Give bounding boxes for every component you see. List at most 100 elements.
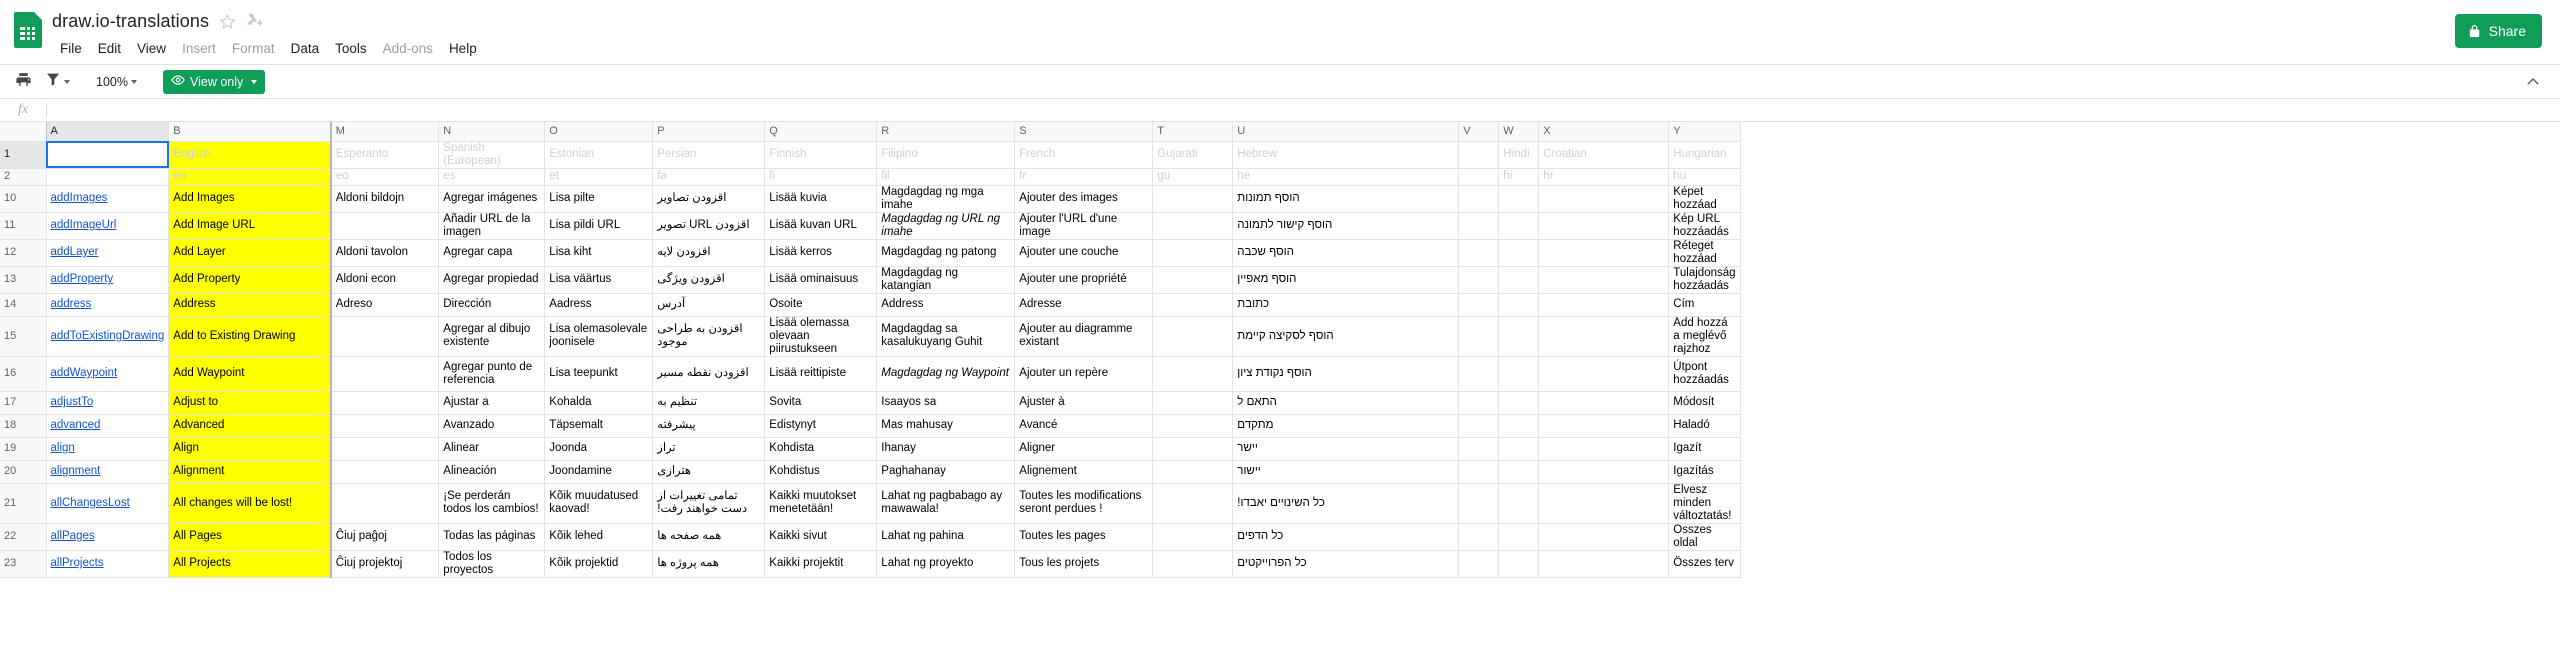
cell-V1[interactable] — [1458, 141, 1500, 169]
cell-S11[interactable]: Ajouter l'URL d'une image — [1014, 212, 1154, 240]
cell-P15[interactable]: اقزودن به طراحی موجود — [652, 316, 766, 357]
cell-T12[interactable] — [1152, 239, 1234, 267]
cell-N10[interactable]: Agregar imágenes — [438, 185, 546, 213]
cell-P12[interactable]: اقزودن لایه — [652, 239, 766, 267]
cell-Q20[interactable]: Kohdistus — [764, 460, 878, 484]
cell-A2[interactable] — [46, 168, 170, 186]
cell-P10[interactable]: اقزودن تصاویر — [652, 185, 766, 213]
cell-V13[interactable] — [1458, 266, 1500, 294]
cell-M10[interactable]: Aldoni bildojn — [329, 185, 440, 213]
cell-M2[interactable]: eo — [329, 168, 440, 186]
cell-Y20[interactable]: Igazítás — [1668, 460, 1741, 484]
cell-T17[interactable] — [1152, 391, 1234, 415]
filter-button[interactable] — [40, 69, 74, 95]
cell-V20[interactable] — [1458, 460, 1500, 484]
cell-X15[interactable] — [1538, 316, 1670, 357]
menu-item-file[interactable]: File — [52, 39, 90, 58]
cell-S19[interactable]: Aligner — [1014, 437, 1154, 461]
table-row[interactable]: 12 addLayer Add Layer Aldoni tavolon Agregar… — [0, 239, 1741, 267]
cell-P20[interactable]: هترازی — [652, 460, 766, 484]
cell-Y22[interactable]: Összes oldal — [1668, 523, 1741, 551]
cell-X13[interactable] — [1538, 266, 1670, 294]
cell-B12[interactable]: Add Layer — [168, 239, 332, 267]
cell-B13[interactable]: Add Property — [168, 266, 332, 294]
cell-B1[interactable]: English — [168, 141, 332, 169]
cell-B19[interactable]: Align — [168, 437, 332, 461]
cell-R17[interactable]: Isaayos sa — [876, 391, 1016, 415]
cell-A13[interactable]: addProperty — [46, 266, 170, 294]
cell-M20[interactable] — [329, 460, 440, 484]
table-row[interactable]: 13 addProperty Add Property Aldoni econ Agre… — [0, 266, 1741, 294]
table-row[interactable]: 15 addToExistingDrawing Add to Existing Dr… — [0, 316, 1741, 357]
cell-S14[interactable]: Adresse — [1014, 293, 1154, 317]
column-header-r[interactable]: R — [876, 122, 1016, 142]
cell-N19[interactable]: Alinear — [438, 437, 546, 461]
cell-N13[interactable]: Agregar propiedad — [438, 266, 546, 294]
cell-Q12[interactable]: Lisää kerros — [764, 239, 878, 267]
cell-A21[interactable]: allChangesLost — [46, 483, 170, 524]
cell-N1[interactable]: Spanish (European) — [438, 141, 546, 169]
cell-Y11[interactable]: Kép URL hozzáadás — [1668, 212, 1741, 240]
cell-M17[interactable] — [329, 391, 440, 415]
cell-O19[interactable]: Joonda — [544, 437, 654, 461]
cell-Q16[interactable]: Lisää reittipiste — [764, 356, 878, 392]
cell-Q1[interactable]: Finnish — [764, 141, 878, 169]
cell-T11[interactable] — [1152, 212, 1234, 240]
cell-Q2[interactable]: fi — [764, 168, 878, 186]
cell-U1[interactable]: Hebrew — [1232, 141, 1460, 169]
menu-item-help[interactable]: Help — [441, 39, 485, 58]
cell-M13[interactable]: Aldoni econ — [329, 266, 440, 294]
cell-Y23[interactable]: Összes terv — [1668, 550, 1741, 578]
table-row[interactable]: 21 allChangesLost All changes will be lost… — [0, 483, 1741, 524]
row-header-13[interactable]: 13 — [0, 266, 47, 294]
cell-S23[interactable]: Tous les projets — [1014, 550, 1154, 578]
cell-O1[interactable]: Estonian — [544, 141, 654, 169]
cell-W11[interactable] — [1498, 212, 1540, 240]
cell-M14[interactable]: Adreso — [329, 293, 440, 317]
view-mode-button[interactable]: View only — [162, 69, 266, 94]
cell-M19[interactable] — [329, 437, 440, 461]
table-row[interactable]: 2 en eo es et fa fi fil fr gu he hi hr hu — [0, 168, 1741, 186]
cell-O15[interactable]: Lisa olemasolevale joonisele — [544, 316, 654, 357]
cell-A23[interactable]: allProjects — [46, 550, 170, 578]
cell-S20[interactable]: Alignement — [1014, 460, 1154, 484]
row-header-14[interactable]: 14 — [0, 293, 47, 317]
cell-W22[interactable] — [1498, 523, 1540, 551]
cell-B15[interactable]: Add to Existing Drawing — [168, 316, 332, 357]
cell-W14[interactable] — [1498, 293, 1540, 317]
cell-B2[interactable]: en — [168, 168, 332, 186]
cell-B21[interactable]: All changes will be lost! — [168, 483, 332, 524]
cell-B16[interactable]: Add Waypoint — [168, 356, 332, 392]
table-row[interactable]: 10 addImages Add Images Aldoni bildojn Agreg… — [0, 185, 1741, 213]
cell-X10[interactable] — [1538, 185, 1670, 213]
page-title[interactable]: draw.io-translations — [52, 11, 209, 32]
cell-Q14[interactable]: Osoite — [764, 293, 878, 317]
cell-P14[interactable]: آدرس — [652, 293, 766, 317]
row-header-1[interactable]: 1 — [0, 141, 47, 169]
cell-T18[interactable] — [1152, 414, 1234, 438]
row-header-19[interactable]: 19 — [0, 437, 47, 461]
cell-A12[interactable]: addLayer — [46, 239, 170, 267]
cell-T23[interactable] — [1152, 550, 1234, 578]
cell-Y14[interactable]: Cím — [1668, 293, 1741, 317]
cell-U11[interactable]: הוסף קישור לתמונה — [1232, 212, 1460, 240]
cell-X23[interactable] — [1538, 550, 1670, 578]
row-header-21[interactable]: 21 — [0, 483, 47, 524]
cell-U18[interactable]: מתקדם — [1232, 414, 1460, 438]
cell-N23[interactable]: Todos los proyectos — [438, 550, 546, 578]
cell-S10[interactable]: Ajouter des images — [1014, 185, 1154, 213]
cell-X2[interactable]: hr — [1538, 168, 1670, 186]
cell-T16[interactable] — [1152, 356, 1234, 392]
cell-W12[interactable] — [1498, 239, 1540, 267]
row-header-16[interactable]: 16 — [0, 356, 47, 392]
cell-U14[interactable]: כתובת — [1232, 293, 1460, 317]
cell-T1[interactable]: Gujarati — [1152, 141, 1234, 169]
cell-O11[interactable]: Lisa pildi URL — [544, 212, 654, 240]
table-row[interactable]: 11 addImageUrl Add Image URL Añadir URL de … — [0, 212, 1741, 240]
cell-R20[interactable]: Paghahanay — [876, 460, 1016, 484]
cell-Y21[interactable]: Elvesz minden változtatás! — [1668, 483, 1741, 524]
cell-S18[interactable]: Avancé — [1014, 414, 1154, 438]
cell-S1[interactable]: French — [1014, 141, 1154, 169]
cell-Y18[interactable]: Haladó — [1668, 414, 1741, 438]
cell-B17[interactable]: Adjust to — [168, 391, 332, 415]
